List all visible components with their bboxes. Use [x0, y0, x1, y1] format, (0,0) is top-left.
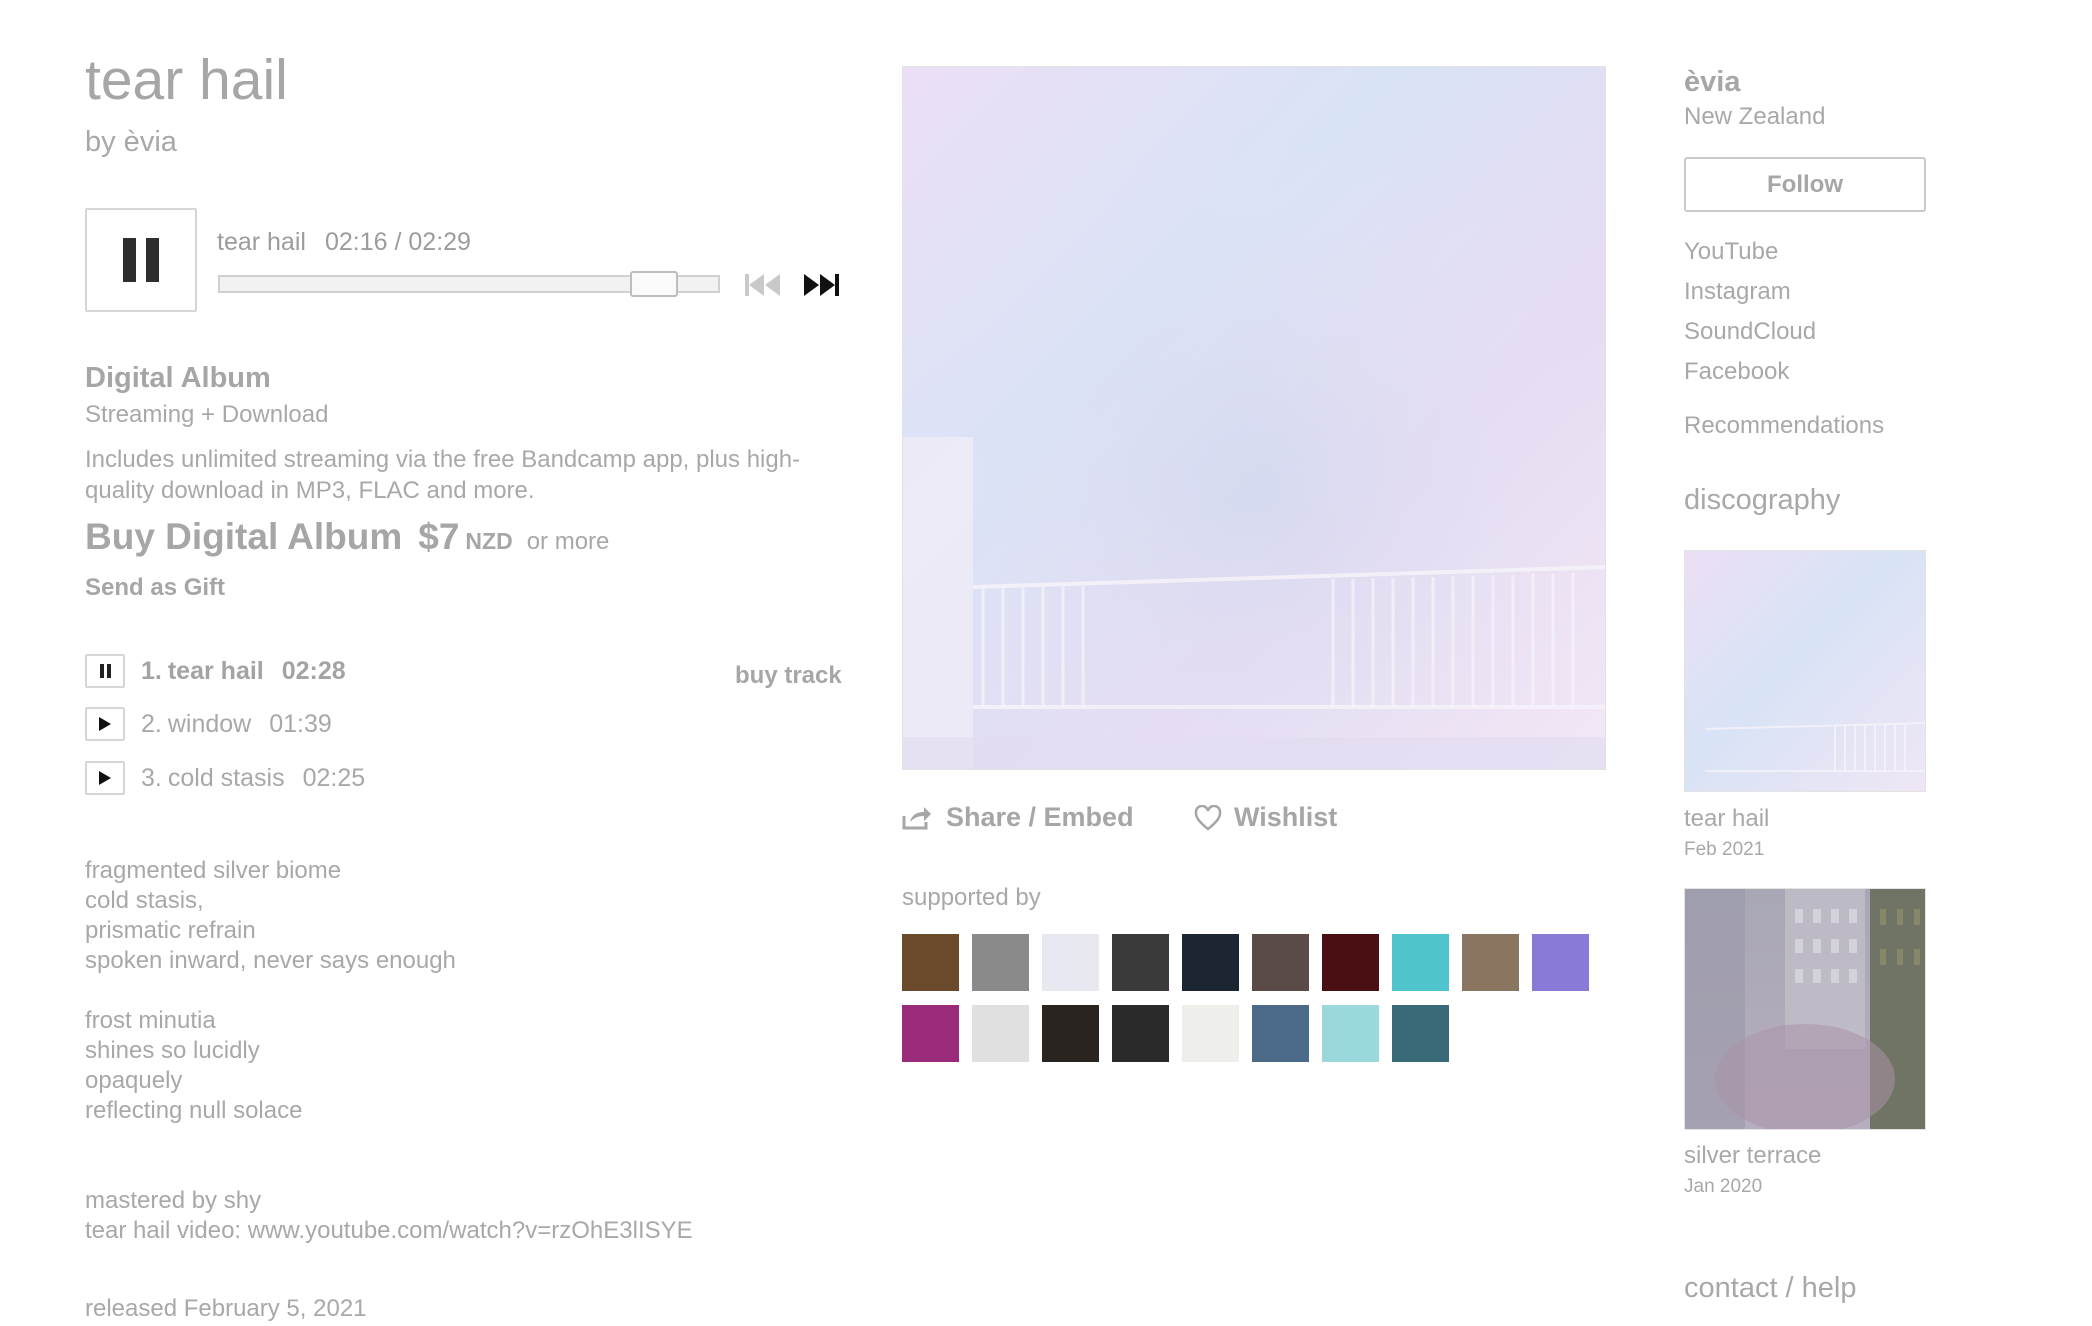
- artist-link-soundcloud[interactable]: SoundCloud: [1684, 318, 1816, 346]
- lyric-line: cold stasis,: [85, 887, 204, 914]
- credits-mastered: mastered by shy: [85, 1187, 262, 1214]
- discography-date: Feb 2021: [1684, 839, 1765, 860]
- track-play-button[interactable]: [85, 707, 125, 741]
- discography-title[interactable]: silver terrace: [1684, 1142, 1821, 1170]
- supporter-avatar[interactable]: [1322, 934, 1379, 991]
- discography-art-image: [1685, 551, 1925, 791]
- now-playing-time: 02:16 / 02:29: [325, 228, 471, 256]
- format-heading: Digital Album: [85, 362, 271, 394]
- skip-previous-icon: [745, 274, 780, 296]
- track-play-button[interactable]: [85, 761, 125, 795]
- share-embed-button[interactable]: Share / Embed: [902, 802, 1134, 833]
- lyric-line: spoken inward, never says enough: [85, 947, 456, 974]
- supporter-avatar[interactable]: [1182, 1005, 1239, 1062]
- pause-icon: [98, 664, 112, 678]
- discography-art-tear-hail[interactable]: [1684, 550, 1926, 792]
- supporter-avatar[interactable]: [1462, 934, 1519, 991]
- supporter-avatar[interactable]: [1042, 934, 1099, 991]
- discography-title[interactable]: tear hail: [1684, 805, 1769, 833]
- play-icon: [99, 771, 111, 785]
- progress-handle[interactable]: [630, 271, 678, 297]
- track-number: 1.: [141, 656, 162, 685]
- lyric-line: frost minutia: [85, 1007, 216, 1034]
- album-artist-byline[interactable]: by èvia: [85, 126, 177, 159]
- album-title: tear hail: [85, 48, 288, 112]
- track-duration: 02:28: [281, 656, 346, 685]
- wishlist-label: Wishlist: [1234, 802, 1338, 832]
- track-duration: 02:25: [302, 763, 366, 792]
- track-title[interactable]: window: [168, 710, 251, 739]
- lyric-line: prismatic refrain: [85, 917, 256, 944]
- supporter-avatar[interactable]: [1392, 934, 1449, 991]
- buy-row: Buy Digital Album $7 NZD or more: [85, 516, 609, 558]
- lyric-line: opaquely: [85, 1067, 183, 1094]
- artist-link-youtube[interactable]: YouTube: [1684, 238, 1778, 266]
- supporter-avatar[interactable]: [1042, 1005, 1099, 1062]
- track-row: 3. cold stasis 02:25: [85, 761, 365, 795]
- supporter-avatar[interactable]: [972, 1005, 1029, 1062]
- supporter-avatar[interactable]: [1252, 1005, 1309, 1062]
- next-track-button[interactable]: [802, 272, 842, 298]
- now-playing-title: tear hail: [217, 228, 306, 256]
- supporter-avatar[interactable]: [1252, 934, 1309, 991]
- or-more-label: or more: [526, 528, 610, 555]
- supporter-avatar[interactable]: [1322, 1005, 1379, 1062]
- supporter-avatar[interactable]: [1112, 1005, 1169, 1062]
- recommendations-link[interactable]: Recommendations: [1684, 412, 1884, 440]
- skip-next-icon: [804, 274, 839, 296]
- supporter-avatar[interactable]: [1532, 934, 1589, 991]
- track-title[interactable]: cold stasis: [168, 764, 285, 793]
- discography-art-silver-terrace[interactable]: [1684, 888, 1926, 1130]
- wishlist-button[interactable]: Wishlist: [1194, 802, 1337, 833]
- supporter-avatar[interactable]: [1182, 934, 1239, 991]
- artist-location: New Zealand: [1684, 103, 1826, 130]
- discography-art-image: [1685, 889, 1925, 1129]
- artist-link-instagram[interactable]: Instagram: [1684, 278, 1791, 306]
- lyric-line: reflecting null solace: [85, 1097, 303, 1124]
- track-pause-button[interactable]: [85, 654, 125, 688]
- contact-help-link[interactable]: contact / help: [1684, 1272, 1857, 1305]
- play-pause-button[interactable]: [85, 208, 197, 312]
- lyric-line: shines so lucidly: [85, 1037, 260, 1064]
- artist-name[interactable]: èvia: [1684, 66, 1740, 99]
- supporter-avatar[interactable]: [902, 1005, 959, 1062]
- supporter-avatar[interactable]: [1392, 1005, 1449, 1062]
- credits-video-link[interactable]: tear hail video: www.youtube.com/watch?v…: [85, 1217, 693, 1245]
- format-description: Includes unlimited streaming via the fre…: [85, 446, 801, 504]
- supporter-grid: [902, 934, 1622, 1064]
- supporter-avatar[interactable]: [902, 934, 959, 991]
- heart-icon: [1194, 804, 1222, 831]
- track-row: 2. window 01:39: [85, 707, 332, 741]
- track-number: 3.: [141, 763, 162, 792]
- supporter-avatar[interactable]: [972, 934, 1029, 991]
- progress-bar[interactable]: [218, 271, 720, 297]
- buy-track-link[interactable]: buy track: [735, 662, 842, 690]
- discography-date: Jan 2020: [1684, 1176, 1763, 1197]
- follow-button[interactable]: Follow: [1684, 157, 1926, 212]
- track-duration: 01:39: [269, 709, 332, 738]
- price: $7: [418, 516, 460, 557]
- track-number: 2.: [141, 709, 162, 738]
- currency: NZD: [465, 528, 513, 554]
- artist-link-facebook[interactable]: Facebook: [1684, 358, 1789, 386]
- release-date: released February 5, 2021: [85, 1295, 367, 1322]
- album-art[interactable]: [902, 66, 1606, 770]
- discography-heading: discography: [1684, 484, 1841, 516]
- previous-track-button[interactable]: [743, 272, 783, 298]
- album-art-image: [903, 67, 1605, 769]
- lyric-line: fragmented silver biome: [85, 857, 342, 884]
- track-title[interactable]: tear hail: [168, 657, 264, 686]
- share-icon: [902, 806, 931, 829]
- buy-digital-album-link[interactable]: Buy Digital Album: [85, 516, 402, 557]
- pause-icon: [118, 238, 164, 282]
- send-as-gift-link[interactable]: Send as Gift: [85, 574, 225, 602]
- track-row: 1. tear hail 02:28: [85, 654, 346, 688]
- share-embed-label: Share / Embed: [946, 802, 1134, 832]
- supporter-avatar[interactable]: [1112, 934, 1169, 991]
- format-subheading: Streaming + Download: [85, 401, 329, 428]
- play-icon: [99, 717, 111, 731]
- supported-by-heading: supported by: [902, 884, 1041, 911]
